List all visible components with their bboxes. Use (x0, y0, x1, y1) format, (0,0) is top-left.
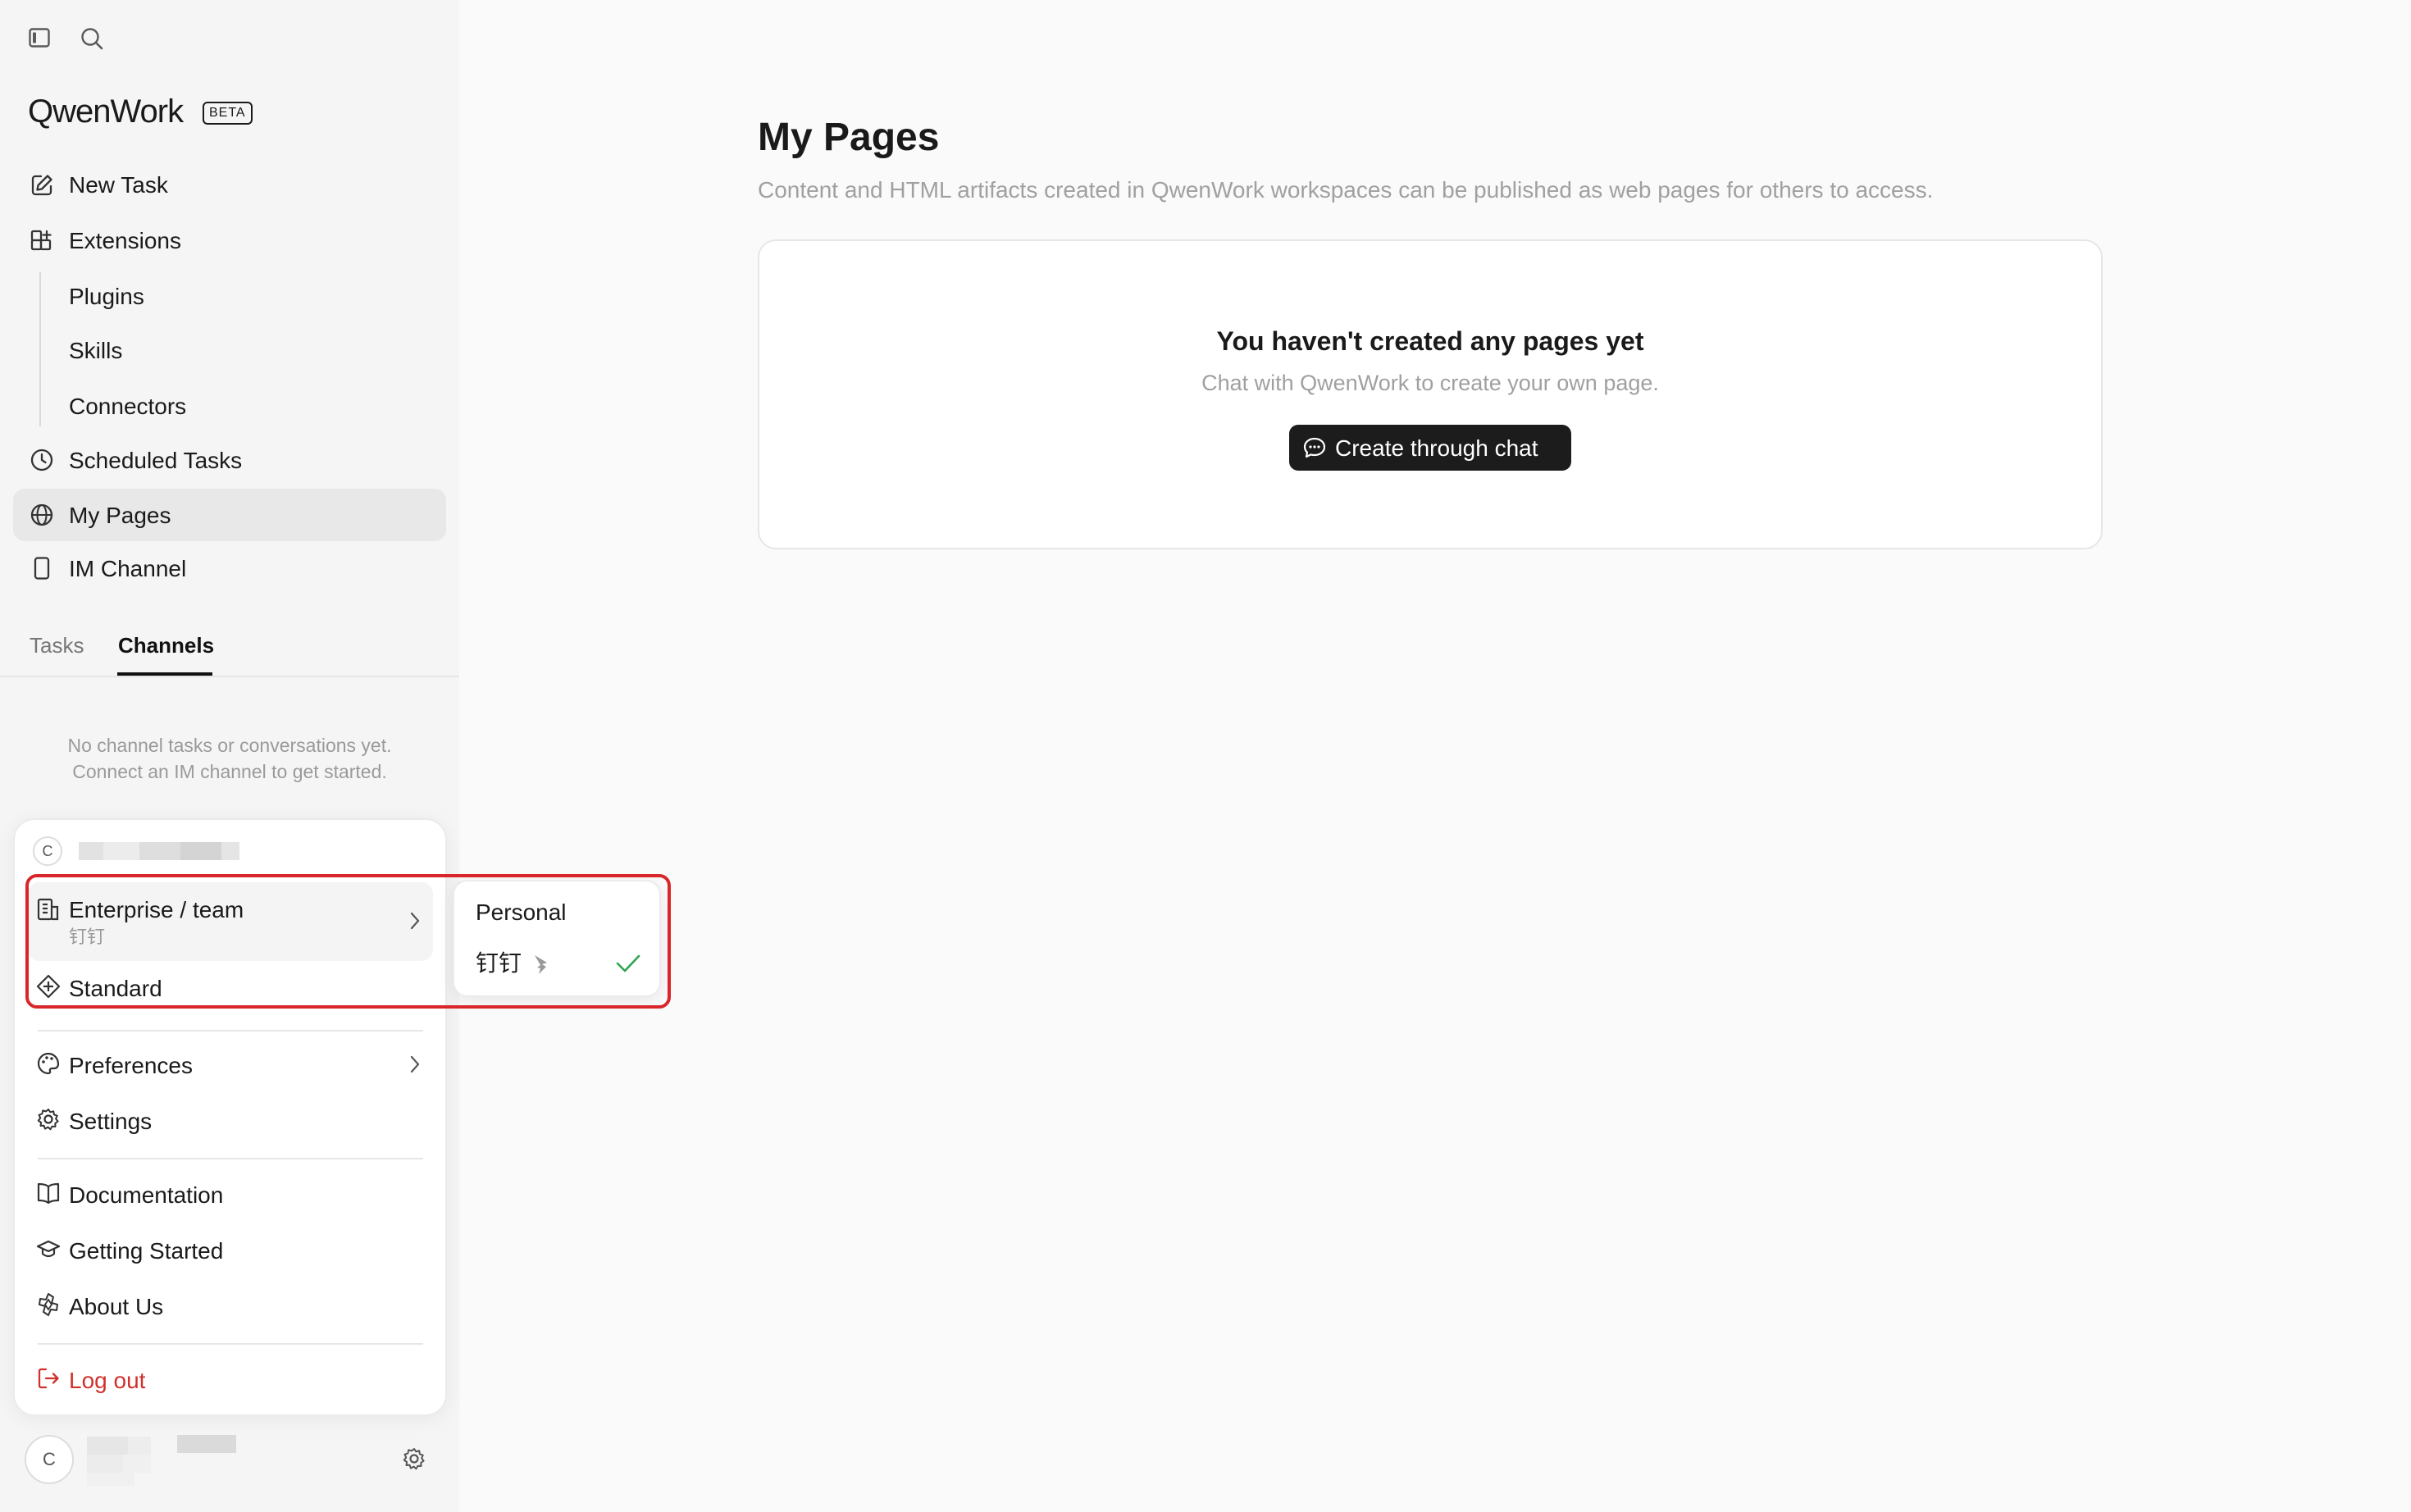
gear-icon (36, 1107, 61, 1132)
brand-logo: QwenWork (28, 93, 184, 130)
account-menu: C Enterprise / team 钉钉 Standard Preferen… (13, 818, 447, 1416)
menu-divider (38, 1158, 423, 1159)
redacted-account-name (180, 842, 221, 860)
org-submenu: Personal 钉钉 (453, 880, 661, 997)
sidebar-item-im-channel[interactable]: IM Channel (13, 548, 446, 589)
org-option-personal[interactable]: Personal (458, 890, 658, 932)
create-through-chat-label: Create through chat (1335, 435, 1538, 461)
redacted-account-name (79, 842, 103, 860)
sidebar-item-label: New Task (69, 172, 168, 198)
sidebar-item-skills[interactable]: Skills (49, 331, 446, 371)
menu-avatar: C (33, 836, 62, 866)
sidebar-item-scheduled-tasks[interactable]: Scheduled Tasks (13, 439, 446, 480)
book-icon (36, 1181, 61, 1205)
menu-divider (38, 1343, 423, 1345)
search-icon[interactable] (80, 26, 104, 51)
diamond-icon (36, 974, 61, 999)
empty-state-title: You haven't created any pages yet (1216, 326, 1644, 356)
sidebar-item-extensions[interactable]: Extensions (13, 220, 446, 261)
documentation-item[interactable]: Documentation (28, 1173, 433, 1214)
logout-icon (36, 1366, 61, 1391)
enterprise-team-item[interactable]: Enterprise / team 钉钉 (28, 882, 433, 961)
sidebar-toggle-icon[interactable] (28, 26, 51, 49)
sidebar-item-label: My Pages (69, 503, 171, 528)
about-us-item[interactable]: About Us (28, 1284, 433, 1325)
qwen-logo-icon (36, 1292, 61, 1317)
documentation-label: Documentation (69, 1182, 224, 1208)
tab-tasks[interactable]: Tasks (30, 635, 84, 656)
phone-icon (31, 556, 52, 581)
check-icon (615, 952, 641, 975)
enterprise-team-sub: 钉钉 (69, 927, 106, 947)
empty-channels-line-2: Connect an IM channel to get started. (72, 761, 387, 782)
logout-item[interactable]: Log out (28, 1358, 433, 1399)
grid-plus-icon (30, 229, 54, 253)
redacted-username (123, 1455, 151, 1473)
sidebar-user-row[interactable]: C (13, 1427, 446, 1492)
settings-item[interactable]: Settings (28, 1099, 433, 1140)
page-title: My Pages (758, 116, 940, 159)
plan-standard-label: Standard (69, 976, 162, 1001)
redacted-username (87, 1473, 134, 1486)
redacted-account-name (139, 842, 180, 860)
org-option-label: Personal (476, 899, 567, 925)
dingtalk-logo-icon (531, 952, 551, 977)
sidebar-subtree-line (39, 272, 41, 426)
clock-icon (30, 448, 54, 472)
enterprise-team-label: Enterprise / team (69, 897, 244, 922)
page-subtitle: Content and HTML artifacts created in Qw… (758, 177, 1934, 203)
empty-state-card: You haven't created any pages yet Chat w… (758, 239, 2103, 549)
redacted-account-name (221, 842, 239, 860)
about-us-label: About Us (69, 1294, 164, 1319)
redacted-account-name (103, 842, 139, 860)
redacted-username (87, 1455, 123, 1473)
redacted-username (177, 1435, 236, 1453)
preferences-label: Preferences (69, 1053, 193, 1078)
preferences-item[interactable]: Preferences (28, 1043, 433, 1084)
beta-badge: BETA (203, 102, 253, 125)
sidebar-item-label: Extensions (69, 228, 181, 253)
empty-state-description: Chat with QwenWork to create your own pa… (1201, 371, 1659, 395)
empty-channels-line-1: No channel tasks or conversations yet. (67, 735, 392, 756)
gear-icon[interactable] (402, 1446, 426, 1471)
logout-label: Log out (69, 1368, 146, 1393)
getting-started-label: Getting Started (69, 1238, 224, 1264)
sidebar-item-connectors[interactable]: Connectors (49, 385, 446, 425)
sidebar-item-label: Skills (69, 338, 123, 363)
redacted-username (87, 1437, 128, 1455)
chevron-right-icon (407, 910, 423, 931)
sidebar-item-label: IM Channel (69, 556, 187, 581)
org-option-label: 钉钉 (476, 950, 522, 976)
getting-started-item[interactable]: Getting Started (28, 1228, 433, 1269)
settings-label: Settings (69, 1109, 153, 1134)
graduation-cap-icon (36, 1236, 61, 1261)
sidebar-item-new-task[interactable]: New Task (13, 164, 446, 205)
sidebar-item-plugins[interactable]: Plugins (49, 277, 446, 317)
create-through-chat-button[interactable]: Create through chat (1289, 425, 1571, 471)
avatar: C (25, 1435, 74, 1484)
sidebar-item-my-pages[interactable]: My Pages (13, 489, 446, 541)
globe-icon (30, 503, 54, 527)
sidebar-item-label: Connectors (69, 394, 187, 419)
org-option-dingtalk[interactable]: 钉钉 (458, 940, 658, 986)
tab-channels[interactable]: Channels (118, 635, 214, 656)
chevron-right-icon (407, 1054, 423, 1075)
chat-bubble-icon (1302, 436, 1327, 459)
building-icon (36, 897, 61, 922)
plan-standard-item[interactable]: Standard (28, 966, 433, 1005)
sidebar-item-label: Scheduled Tasks (69, 448, 243, 473)
palette-icon (36, 1051, 61, 1076)
menu-divider (38, 1030, 423, 1032)
sidebar-item-label: Plugins (69, 284, 144, 309)
redacted-username (128, 1437, 151, 1455)
tabs-divider (0, 676, 459, 677)
edit-icon (30, 173, 54, 198)
